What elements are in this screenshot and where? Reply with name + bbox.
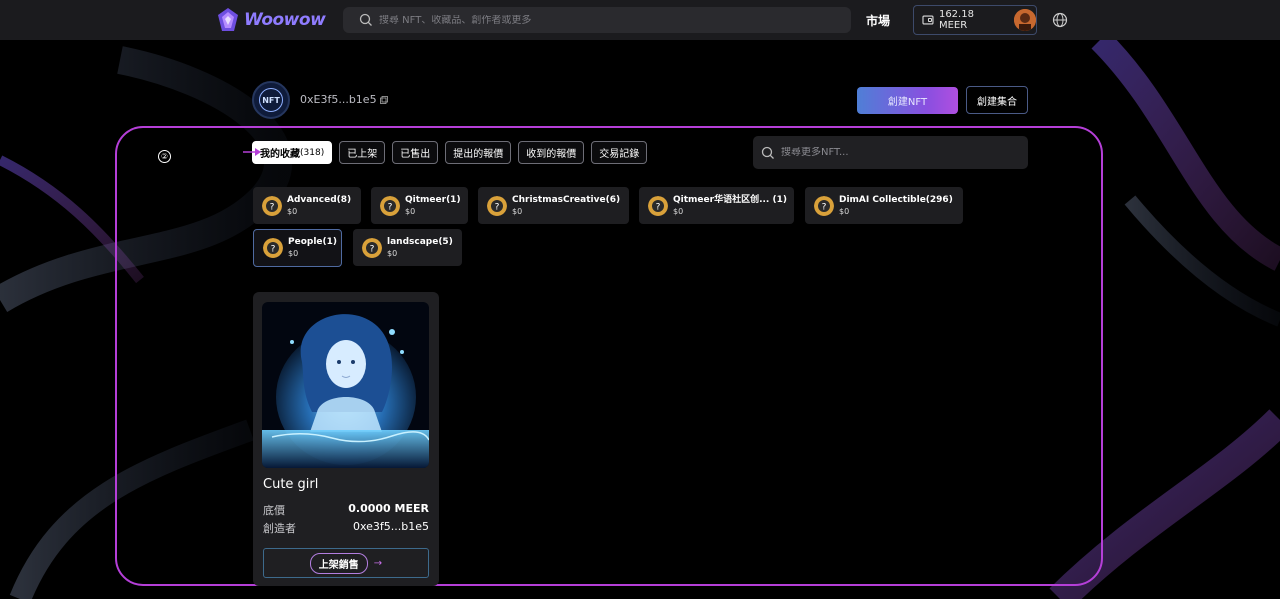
nft-artwork — [262, 302, 429, 468]
collection-price: $0 — [287, 206, 298, 216]
collection-chip[interactable]: ? landscape(5) $0 — [353, 229, 462, 266]
creator-row: 創造者 0xe3f5...b1e5 — [263, 520, 429, 536]
svg-text:?: ? — [388, 202, 393, 212]
svg-text:?: ? — [270, 202, 275, 212]
svg-text:?: ? — [370, 244, 375, 254]
collection-name: Advanced(8) — [287, 194, 352, 205]
collection-name: DimAI Collectible(296) — [839, 194, 953, 205]
create-nft-button[interactable]: 創建NFT — [857, 87, 958, 114]
nft-card[interactable]: Cute girl 底價 0.0000 MEER 創造者 0xe3f5...b1… — [253, 292, 439, 586]
svg-text:?: ? — [495, 202, 500, 212]
collection-name: People(1) — [288, 237, 338, 247]
global-search-input[interactable] — [379, 14, 819, 26]
globe-icon[interactable] — [1052, 12, 1068, 28]
collection-price: $0 — [387, 248, 398, 258]
collection-price: $0 — [405, 206, 416, 216]
svg-text:?: ? — [656, 202, 661, 212]
collection-icon: ? — [362, 237, 382, 258]
wallet-balance: 162.18 MEER — [938, 9, 974, 31]
profile-avatar: NFT — [252, 81, 290, 119]
wallet-icon — [922, 15, 934, 25]
nft-title: Cute girl — [263, 477, 319, 492]
nft-image[interactable] — [262, 302, 429, 468]
collection-price: $0 — [288, 249, 299, 258]
top-navbar: Woowow 市場 162.18 MEER — [0, 0, 1280, 40]
list-for-sale-label: 上架銷售 — [309, 552, 368, 574]
tab-listed[interactable]: 已上架 — [339, 141, 386, 164]
nft-search[interactable] — [753, 136, 1028, 169]
creator-label: 創造者 — [263, 522, 296, 535]
step-marker: ② — [158, 150, 171, 163]
arrow-right-icon: → — [373, 557, 383, 569]
avatar-icon — [1014, 9, 1036, 31]
collection-tabs: 我的收藏 (318) 已上架 已售出 提出的報價 收到的報價 交易記錄 — [252, 141, 648, 164]
tab-transactions[interactable]: 交易記錄 — [591, 141, 648, 164]
svg-text:?: ? — [822, 202, 827, 212]
collection-icon: ? — [648, 195, 668, 216]
global-search[interactable] — [343, 7, 851, 33]
collection-chip[interactable]: ? ChristmasCreative(6) $0 — [478, 187, 629, 224]
copy-icon[interactable] — [379, 95, 388, 104]
collection-price: $0 — [839, 206, 850, 216]
tab-my-collection[interactable]: 我的收藏 (318) — [252, 141, 333, 164]
search-icon — [359, 13, 372, 26]
arrow-icon — [243, 148, 261, 156]
floor-price-row: 底價 0.0000 MEER — [263, 502, 429, 518]
wallet-address-text: 0xE3f5...b1e5 — [300, 93, 377, 106]
tab-count: (318) — [300, 147, 325, 158]
create-collection-button[interactable]: 創建集合 — [966, 86, 1028, 114]
collection-price: $0 — [673, 206, 684, 216]
user-avatar[interactable] — [1014, 9, 1036, 31]
profile-avatar-text: NFT — [259, 88, 283, 112]
collection-icon: ? — [814, 195, 834, 216]
list-for-sale-button[interactable]: 上架銷售 → — [263, 548, 429, 578]
collection-name: Qitmeer华语社区创... (1) — [673, 194, 787, 205]
search-icon — [761, 146, 774, 159]
tab-offers-received[interactable]: 收到的報價 — [518, 141, 585, 164]
wallet-address: 0xE3f5...b1e5 — [300, 93, 388, 106]
tab-sold[interactable]: 已售出 — [392, 141, 439, 164]
collection-icon: ? — [380, 195, 400, 216]
nft-search-input[interactable] — [781, 147, 1011, 158]
floor-price-label: 底價 — [263, 504, 285, 517]
market-link[interactable]: 市場 — [866, 12, 890, 29]
tab-label: 我的收藏 — [260, 149, 300, 160]
collection-icon: ? — [262, 195, 282, 216]
collection-name: landscape(5) — [387, 236, 453, 247]
logo-icon — [218, 8, 238, 31]
logo-text: Woowow — [244, 10, 326, 30]
collection-name: ChristmasCreative(6) — [512, 194, 621, 205]
collection-name: Qitmeer(1) — [405, 194, 461, 205]
collection-icon: ? — [263, 238, 283, 258]
collection-price: $0 — [512, 206, 523, 216]
collection-icon: ? — [487, 195, 507, 216]
wallet-button[interactable]: 162.18 MEER — [913, 5, 1037, 35]
collection-chip-selected[interactable]: ? People(1) $0 — [253, 229, 342, 267]
floor-price-value: 0.0000 MEER — [348, 502, 429, 515]
collection-chip[interactable]: ? Advanced(8) $0 — [253, 187, 361, 224]
tab-offers-made[interactable]: 提出的報價 — [445, 141, 512, 164]
collection-chip[interactable]: ? Qitmeer华语社区创... (1) $0 — [639, 187, 794, 224]
collection-chip[interactable]: ? DimAI Collectible(296) $0 — [805, 187, 963, 224]
logo[interactable]: Woowow — [216, 6, 326, 34]
creator-value: 0xe3f5...b1e5 — [352, 520, 429, 533]
svg-text:?: ? — [271, 245, 276, 255]
collection-chip[interactable]: ? Qitmeer(1) $0 — [371, 187, 468, 224]
